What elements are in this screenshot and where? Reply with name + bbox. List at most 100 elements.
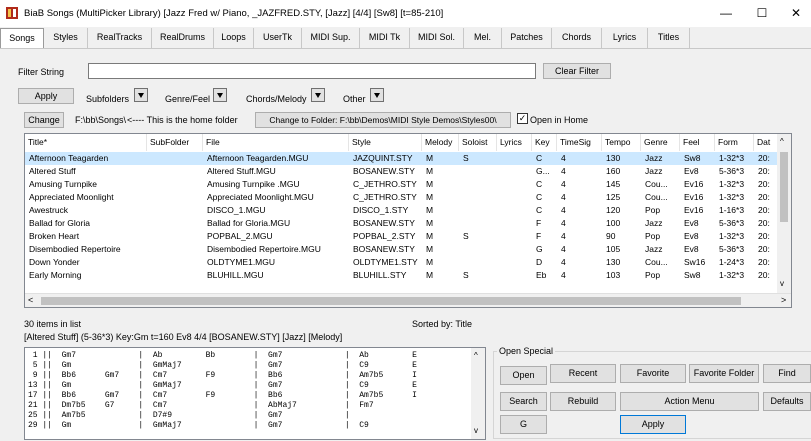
tab-titles[interactable]: Titles — [648, 28, 690, 48]
apply-filter-button[interactable]: Apply — [18, 88, 74, 104]
chord-line: 21 || Dm7b5 G7 | Cm7 | AbMaj7 | Fm7 — [28, 401, 374, 410]
column-header-tempo[interactable]: Tempo — [602, 134, 641, 151]
chord-scroll-up-icon[interactable]: ^ — [474, 351, 478, 360]
minimize-button[interactable]: — — [712, 4, 740, 22]
close-button[interactable]: ✕ — [782, 4, 810, 22]
favorite-folder-button[interactable]: Favorite Folder — [689, 364, 759, 383]
cell-file: Appreciated Moonlight.MGU — [207, 192, 314, 202]
table-row[interactable]: Ballad for Gloria Ballad for Gloria.MGU … — [25, 217, 779, 230]
cell-lyrics — [497, 256, 532, 269]
subfolders-dropdown-icon[interactable] — [134, 88, 148, 102]
g-button[interactable]: G — [500, 415, 547, 434]
scroll-down-icon[interactable]: v — [780, 279, 784, 288]
table-row[interactable]: Afternoon Teagarden Afternoon Teagarden.… — [25, 152, 779, 165]
tab-midi-sol[interactable]: MIDI Sol. — [410, 28, 464, 48]
column-header-key[interactable]: Key — [532, 134, 557, 151]
vertical-scroll-thumb[interactable] — [780, 152, 788, 222]
cell-file: OLDTYME1.MGU — [207, 257, 276, 267]
clear-filter-button[interactable]: Clear Filter — [543, 63, 611, 79]
cell-title: Appreciated Moonlight — [29, 192, 114, 202]
tab-usertk[interactable]: UserTk — [254, 28, 302, 48]
tab-patches[interactable]: Patches — [502, 28, 552, 48]
table-row[interactable]: Awestruck DISCO_1.MGU DISCO_1.STY M C 4 … — [25, 204, 779, 217]
rebuild-button[interactable]: Rebuild — [550, 392, 616, 411]
tab-chords[interactable]: Chords — [552, 28, 602, 48]
cell-tempo: 145 — [606, 179, 621, 189]
chord-scroll-down-icon[interactable]: v — [474, 426, 478, 435]
search-button[interactable]: Search — [500, 392, 547, 411]
action-menu-button[interactable]: Action Menu — [620, 392, 759, 411]
cell-subfolder — [147, 191, 203, 204]
table-row[interactable]: Broken Heart POPBAL_2.MGU POPBAL_2.STY M… — [25, 230, 779, 243]
cell-subfolder — [147, 243, 203, 256]
current-folder-path: F:\bb\Songs\ — [75, 115, 127, 125]
cell-melody: M — [426, 179, 434, 189]
cell-file: Ballad for Gloria.MGU — [207, 218, 291, 228]
tab-midi-sup[interactable]: MIDI Sup. — [302, 28, 360, 48]
column-header-style[interactable]: Style — [349, 134, 422, 151]
table-row[interactable]: Amusing Turnpike Amusing Turnpike .MGU C… — [25, 178, 779, 191]
table-row[interactable]: Appreciated Moonlight Appreciated Moonli… — [25, 191, 779, 204]
cell-title: Altered Stuff — [29, 166, 76, 176]
cell-title: Down Yonder — [29, 257, 80, 267]
column-header-timesig[interactable]: TimeSig — [557, 134, 602, 151]
column-header-lyrics[interactable]: Lyrics — [497, 134, 532, 151]
scroll-up-icon[interactable]: ^ — [780, 137, 784, 146]
cell-timesig: 4 — [561, 257, 566, 267]
cell-melody: M — [426, 270, 434, 280]
column-header-melody[interactable]: Melody — [422, 134, 459, 151]
genre-feel-label: Genre/Feel — [165, 94, 211, 104]
table-row[interactable]: Down Yonder OLDTYME1.MGU OLDTYME1.STY M … — [25, 256, 779, 269]
cell-feel: Ev16 — [684, 192, 704, 202]
table-vertical-scrollbar[interactable]: ^ v — [777, 134, 791, 294]
tab-midi-tk[interactable]: MIDI Tk — [360, 28, 410, 48]
tab-lyrics[interactable]: Lyrics — [602, 28, 648, 48]
cell-key: G — [536, 244, 543, 254]
column-header-genre[interactable]: Genre — [641, 134, 680, 151]
tab-realtracks[interactable]: RealTracks — [88, 28, 152, 48]
column-header-subfolder[interactable]: SubFolder — [147, 134, 203, 151]
column-header-file[interactable]: File — [203, 134, 349, 151]
change-to-folder-button[interactable]: Change to Folder: F:\bb\Demos\MIDI Style… — [255, 112, 511, 128]
table-row[interactable]: Disembodied Repertoire Disembodied Reper… — [25, 243, 779, 256]
tab-loops[interactable]: Loops — [214, 28, 254, 48]
table-horizontal-scrollbar[interactable]: < > — [25, 293, 791, 307]
maximize-button[interactable]: ☐ — [748, 4, 776, 22]
favorite-button[interactable]: Favorite — [620, 364, 686, 383]
cell-melody: M — [426, 244, 434, 254]
cell-genre: Pop — [645, 205, 661, 215]
open-in-home-checkbox[interactable]: ✓ — [517, 113, 528, 124]
column-header-form[interactable]: Form — [715, 134, 754, 151]
filter-string-input[interactable] — [88, 63, 536, 79]
tab-mel[interactable]: Mel. — [464, 28, 502, 48]
open-button[interactable]: Open — [500, 366, 547, 385]
apply-button[interactable]: Apply — [620, 415, 686, 434]
change-folder-button[interactable]: Change — [24, 112, 64, 128]
cell-feel: Ev8 — [684, 244, 699, 254]
scroll-left-icon[interactable]: < — [28, 295, 33, 305]
tab-realdrums[interactable]: RealDrums — [152, 28, 214, 48]
table-row[interactable]: Early Morning BLUHILL.MGU BLUHILL.STY M … — [25, 269, 779, 282]
tab-styles[interactable]: Styles — [44, 28, 88, 48]
cell-style: JAZQUINT.STY — [353, 153, 413, 163]
cell-subfolder — [147, 165, 203, 178]
column-header-title[interactable]: Title* — [25, 134, 147, 151]
tab-songs[interactable]: Songs — [0, 28, 44, 49]
cell-style: C_JETHRO.STY — [353, 192, 417, 202]
chords-melody-dropdown-icon[interactable] — [311, 88, 325, 102]
scroll-right-icon[interactable]: > — [781, 295, 786, 305]
cell-form: 1-32*3 — [719, 153, 745, 163]
table-row[interactable]: Altered Stuff Altered Stuff.MGU BOSANEW.… — [25, 165, 779, 178]
defaults-button[interactable]: Defaults — [763, 392, 811, 411]
horizontal-scroll-thumb[interactable] — [41, 297, 741, 305]
chord-sheet-scrollbar[interactable]: ^ v — [471, 348, 485, 439]
find-button[interactable]: Find — [763, 364, 811, 383]
column-header-date[interactable]: Dat — [754, 134, 779, 151]
app-icon — [6, 7, 18, 19]
column-header-feel[interactable]: Feel — [680, 134, 715, 151]
genre-feel-dropdown-icon[interactable] — [213, 88, 227, 102]
column-header-soloist[interactable]: Soloist — [459, 134, 497, 151]
other-dropdown-icon[interactable] — [370, 88, 384, 102]
cell-timesig: 4 — [561, 270, 566, 280]
recent-button[interactable]: Recent — [550, 364, 616, 383]
